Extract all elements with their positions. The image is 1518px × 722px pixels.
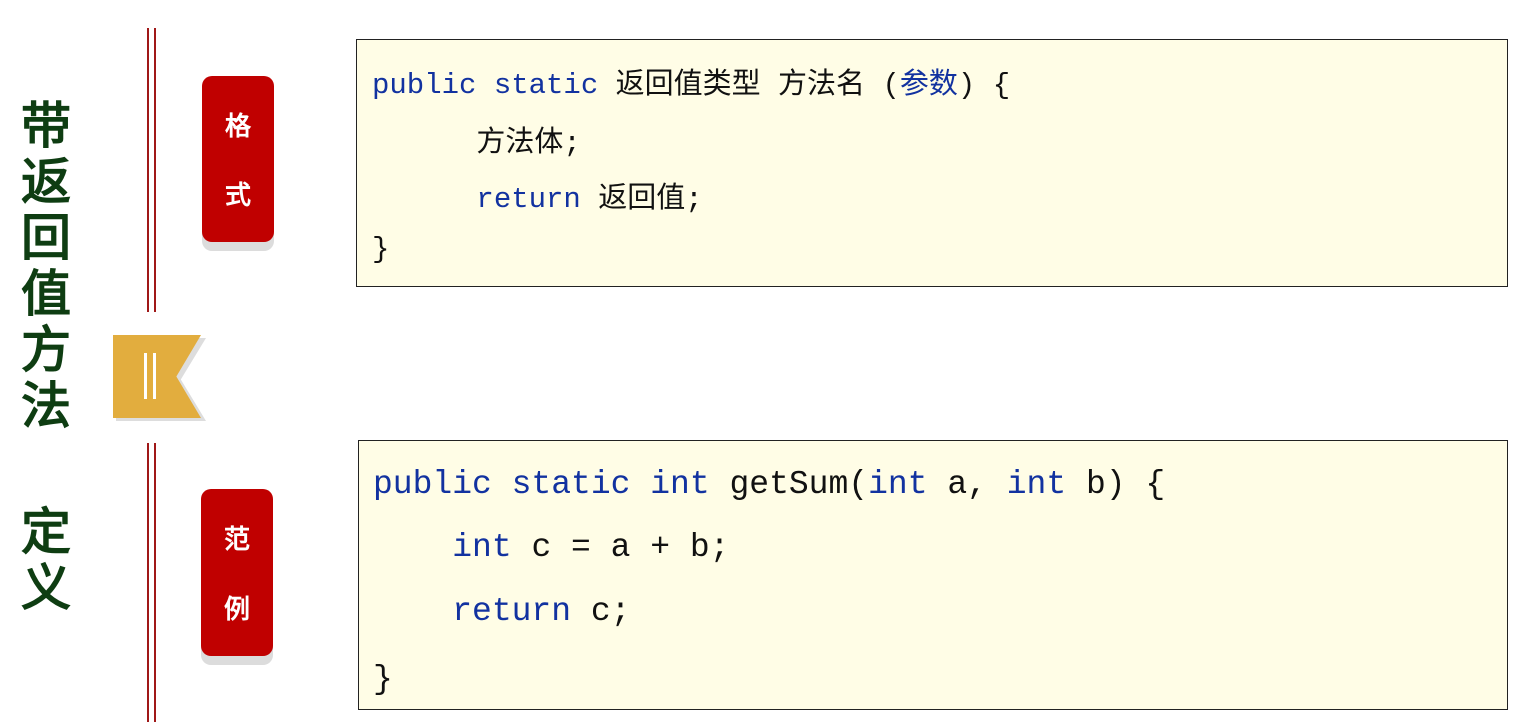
code-text: a, [927,466,1007,503]
code-keyword: int [1006,466,1067,503]
example-badge: 范 例 [201,489,273,656]
code-keyword: int [452,529,512,566]
code-keyword: 参数 [899,69,958,102]
code-text: 方法体; [372,127,581,160]
code-line: 方法体; [372,118,581,160]
code-keyword: public static [372,69,599,102]
ribbon-icon [113,335,201,418]
title-char: 法 [21,377,71,435]
title-char: 回 [21,209,71,267]
code-text: c; [571,593,631,630]
badge-char: 范 [223,525,250,556]
code-text: b) { [1066,466,1166,503]
title-char: 值 [21,265,71,323]
code-keyword: public static int [373,466,710,503]
code-text: 返回值; [580,183,703,216]
format-code-box: public static 返回值类型 方法名 (参数) { 方法体; retu… [356,39,1508,287]
badge-char: 式 [224,181,251,211]
slide-title: 带 返 回 值 方 法 定 义 [16,98,76,616]
divider-line [154,443,156,722]
divider-line [154,28,156,312]
code-keyword: return [476,183,581,216]
code-keyword: return [452,593,572,630]
title-char: 定 [21,503,71,561]
code-text: c = a + b; [511,529,730,566]
title-gap [16,434,76,504]
code-line: int c = a + b; [373,529,729,566]
code-line: return 返回值; [372,174,703,216]
code-line: public static int getSum(int a, int b) { [373,466,1165,503]
code-text: } [372,233,390,266]
code-text: 返回值类型 方法名 ( [598,69,900,102]
title-char: 方 [21,321,71,379]
format-badge: 格 式 [202,76,274,242]
code-line: public static 返回值类型 方法名 (参数) { [372,60,1010,102]
code-line: return c; [373,593,630,630]
code-text: getSum( [709,466,869,503]
example-code-box: public static int getSum(int a, int b) {… [358,440,1508,710]
badge-char: 例 [223,594,250,625]
code-text: } [373,661,393,698]
code-line: } [372,233,389,266]
title-char: 带 [21,97,71,155]
code-keyword: int [868,466,928,503]
divider-line [147,443,149,722]
title-char: 义 [21,559,71,617]
code-text: ) { [957,69,1011,102]
badge-char: 格 [224,112,251,142]
title-char: 返 [21,153,71,211]
code-line: } [373,661,393,698]
divider-line [147,28,149,312]
